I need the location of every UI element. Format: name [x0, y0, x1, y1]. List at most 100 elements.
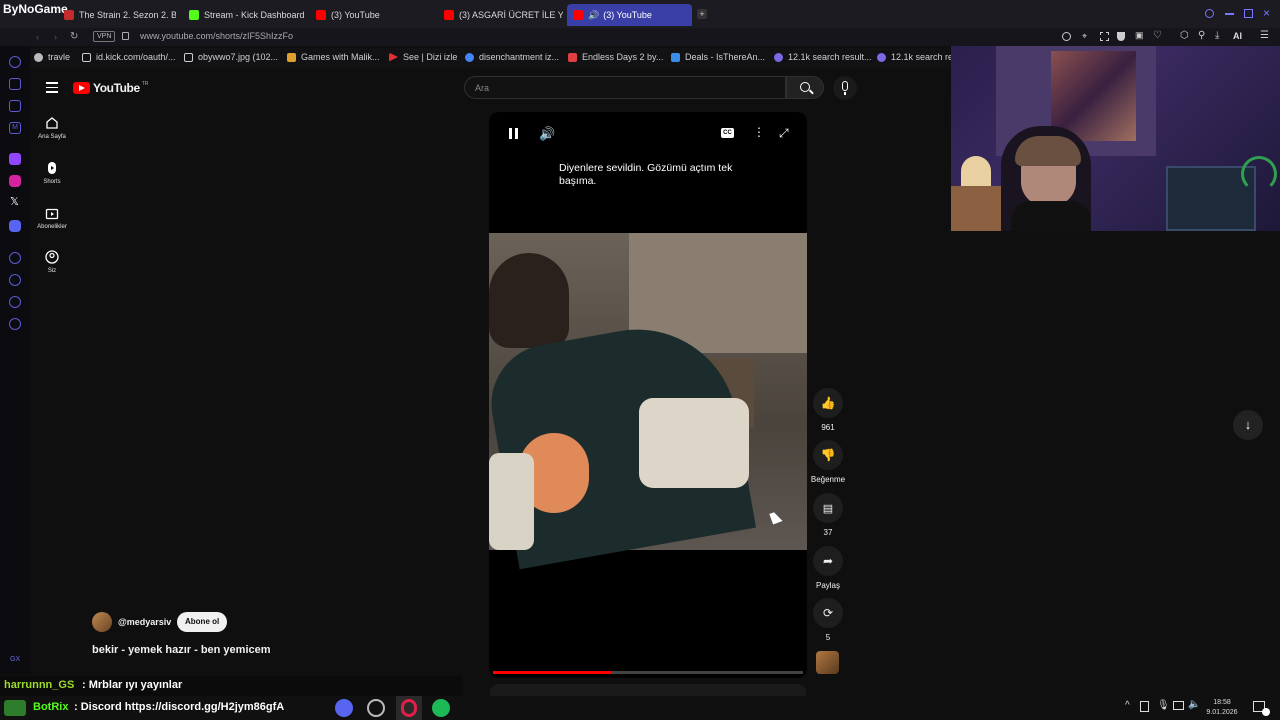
guide-home[interactable]: Ana Sayfa — [30, 116, 74, 140]
windows-taskbar: BotRix : Discord https://discord.gg/H2jy… — [0, 696, 1280, 720]
bookmark-search-1[interactable]: 12.1k search result... — [774, 52, 872, 62]
thumbs-up-icon: 👍 — [820, 396, 836, 410]
tab-youtube-1[interactable]: (3) YouTube — [310, 4, 435, 26]
reload-icon[interactable]: ↻ — [70, 31, 78, 42]
flow-icon[interactable] — [9, 78, 21, 90]
comments-button[interactable]: ▤ 37 — [812, 493, 844, 537]
taskbar-opera-gx-active[interactable] — [396, 696, 422, 720]
camera-icon[interactable]: ▣ — [1135, 30, 1144, 41]
shorts-player[interactable]: 🔊 CC ⋮ ⤢ Diyenlere sevildin. Gözümü açtı… — [489, 112, 807, 678]
back-icon[interactable]: ‹ — [36, 32, 39, 42]
volume-icon[interactable]: 🔊 — [539, 126, 555, 142]
bookmark-kick-oauth[interactable]: id.kick.com/oauth/... — [82, 52, 176, 62]
more-options-icon[interactable]: ⋮ — [753, 125, 765, 139]
vpn-badge[interactable]: VPN — [93, 31, 116, 42]
bookmark-label: 12.1k search result... — [788, 52, 872, 62]
screenshot-icon[interactable] — [1100, 32, 1109, 41]
pin-icon[interactable]: ⌖ — [1082, 31, 1087, 42]
tag-icon — [671, 52, 680, 62]
tab-the-strain[interactable]: The Strain 2. Sezon 2. Bölü — [58, 4, 176, 26]
tab-youtube-active[interactable]: 🔊 (3) YouTube — [567, 4, 692, 26]
address-field[interactable]: www.youtube.com/shorts/zIF5ShIzzFo — [140, 31, 293, 41]
remix-icon: ⟳ — [822, 606, 834, 620]
tray-mic-icon[interactable]: 🎙 — [1157, 700, 1170, 711]
bookmark-endless-days[interactable]: Endless Days 2 by... — [568, 52, 663, 62]
shield-icon[interactable] — [1117, 32, 1125, 41]
bookmark-deals[interactable]: Deals - IsThereAn... — [671, 52, 765, 62]
site-icon — [774, 52, 783, 62]
pause-icon[interactable] — [509, 128, 518, 139]
progress-fill — [493, 671, 611, 674]
discord-icon[interactable] — [9, 220, 21, 232]
browser-sidebar: M 𝕏 GX — [0, 46, 30, 674]
x-twitter-icon[interactable]: 𝕏 — [10, 195, 19, 208]
captions-icon[interactable]: CC — [721, 128, 734, 138]
search-input[interactable]: Ara — [464, 76, 786, 99]
messenger-icon[interactable]: M — [9, 122, 21, 134]
forward-icon[interactable]: › — [54, 32, 57, 42]
tab-label: Stream - Kick Dashboard — [204, 10, 305, 20]
extensions-icon[interactable]: ⬡ — [1180, 30, 1189, 41]
tray-network-icon[interactable] — [1173, 701, 1184, 710]
bookmark-games-malik[interactable]: Games with Malik... — [287, 52, 380, 62]
ai-button[interactable]: AI — [1233, 31, 1242, 41]
history-icon[interactable] — [9, 274, 21, 286]
bookmark-search-2[interactable]: 12.1k search res — [877, 52, 958, 62]
tray-volume-icon[interactable]: 🔈 — [1188, 699, 1200, 710]
dislike-button[interactable]: 👎 Beğenme — [811, 440, 845, 484]
share-button[interactable]: ➦ Paylaş — [812, 546, 844, 590]
taskbar-obs-icon[interactable] — [367, 699, 385, 717]
site-icon — [568, 52, 577, 62]
bookmark-travle[interactable]: travle — [34, 52, 70, 62]
subscribe-button[interactable]: Abone ol — [177, 612, 228, 632]
tab-kick-dashboard[interactable]: Stream - Kick Dashboard — [183, 4, 308, 26]
twitch-icon[interactable] — [9, 153, 21, 165]
player-icon[interactable] — [9, 252, 21, 264]
bookmark-dizi[interactable]: See | Dizi izle — [389, 52, 457, 62]
like-button[interactable]: 👍 961 — [812, 388, 844, 432]
instagram-icon[interactable] — [9, 175, 21, 187]
heart-icon[interactable]: ♡ — [1153, 30, 1162, 41]
minimize-icon[interactable] — [1225, 13, 1234, 15]
close-window-icon[interactable]: × — [1263, 6, 1270, 20]
taskbar-discord-icon[interactable] — [335, 699, 353, 717]
tab-label: The Strain 2. Sezon 2. Bölü — [79, 10, 176, 20]
zoom-icon[interactable] — [1062, 32, 1071, 41]
menu-icon[interactable]: ☰ — [1260, 30, 1269, 41]
next-short-button[interactable]: ↓ — [1233, 410, 1263, 440]
tray-overflow-icon[interactable]: ^ — [1125, 700, 1130, 711]
settings-icon[interactable] — [9, 318, 21, 330]
channel-avatar[interactable] — [92, 612, 112, 632]
tray-clock[interactable]: 18:58 9.01.2026 — [1203, 698, 1241, 718]
remix-button[interactable]: ⟳ 5 — [812, 598, 844, 642]
video-title[interactable]: bekir - yemek hazır - ben yemicem — [92, 644, 271, 656]
recent-icon[interactable] — [9, 56, 21, 68]
bookmark-image[interactable]: obywwo7.jpg (102... — [184, 52, 278, 62]
search-tabs-icon[interactable] — [1205, 9, 1214, 18]
guide-shorts[interactable]: Shorts — [30, 161, 74, 185]
download-icon[interactable]: ⤓ — [1215, 30, 1219, 41]
voice-search-button[interactable] — [833, 76, 857, 100]
tab-label: (3) YouTube — [603, 10, 652, 20]
taskbar-spotify-icon[interactable] — [432, 699, 450, 717]
progress-track[interactable] — [493, 671, 803, 674]
tab-asgari-ucret[interactable]: (3) ASGARİ ÜCRET İLE YA — [438, 4, 563, 26]
channel-handle[interactable]: @medyarsiv — [118, 617, 171, 627]
extensions-sidebar-icon[interactable] — [9, 296, 21, 308]
fullscreen-icon[interactable]: ⤢ — [779, 126, 789, 141]
share-icon: ➦ — [822, 554, 834, 568]
new-tab-button[interactable]: + — [697, 9, 707, 19]
bookmark-disenchantment[interactable]: disenchantment iz... — [465, 52, 559, 62]
maximize-icon[interactable] — [1244, 9, 1253, 18]
guide-you[interactable]: Siz — [30, 250, 74, 274]
bot-name: BotRix — [33, 701, 69, 713]
youtube-logo[interactable]: YouTube TR — [73, 81, 148, 95]
guide-subscriptions[interactable]: Abonelikler — [30, 206, 74, 230]
hamburger-menu-icon[interactable] — [46, 82, 58, 93]
wallet-icon[interactable]: ⚲ — [1198, 30, 1205, 41]
crypto-wallet-icon[interactable] — [9, 100, 21, 112]
guide-label: Ana Sayfa — [38, 134, 66, 140]
tray-usb-icon[interactable] — [1140, 701, 1149, 712]
search-button[interactable] — [786, 76, 824, 99]
sound-thumbnail[interactable] — [816, 651, 839, 674]
